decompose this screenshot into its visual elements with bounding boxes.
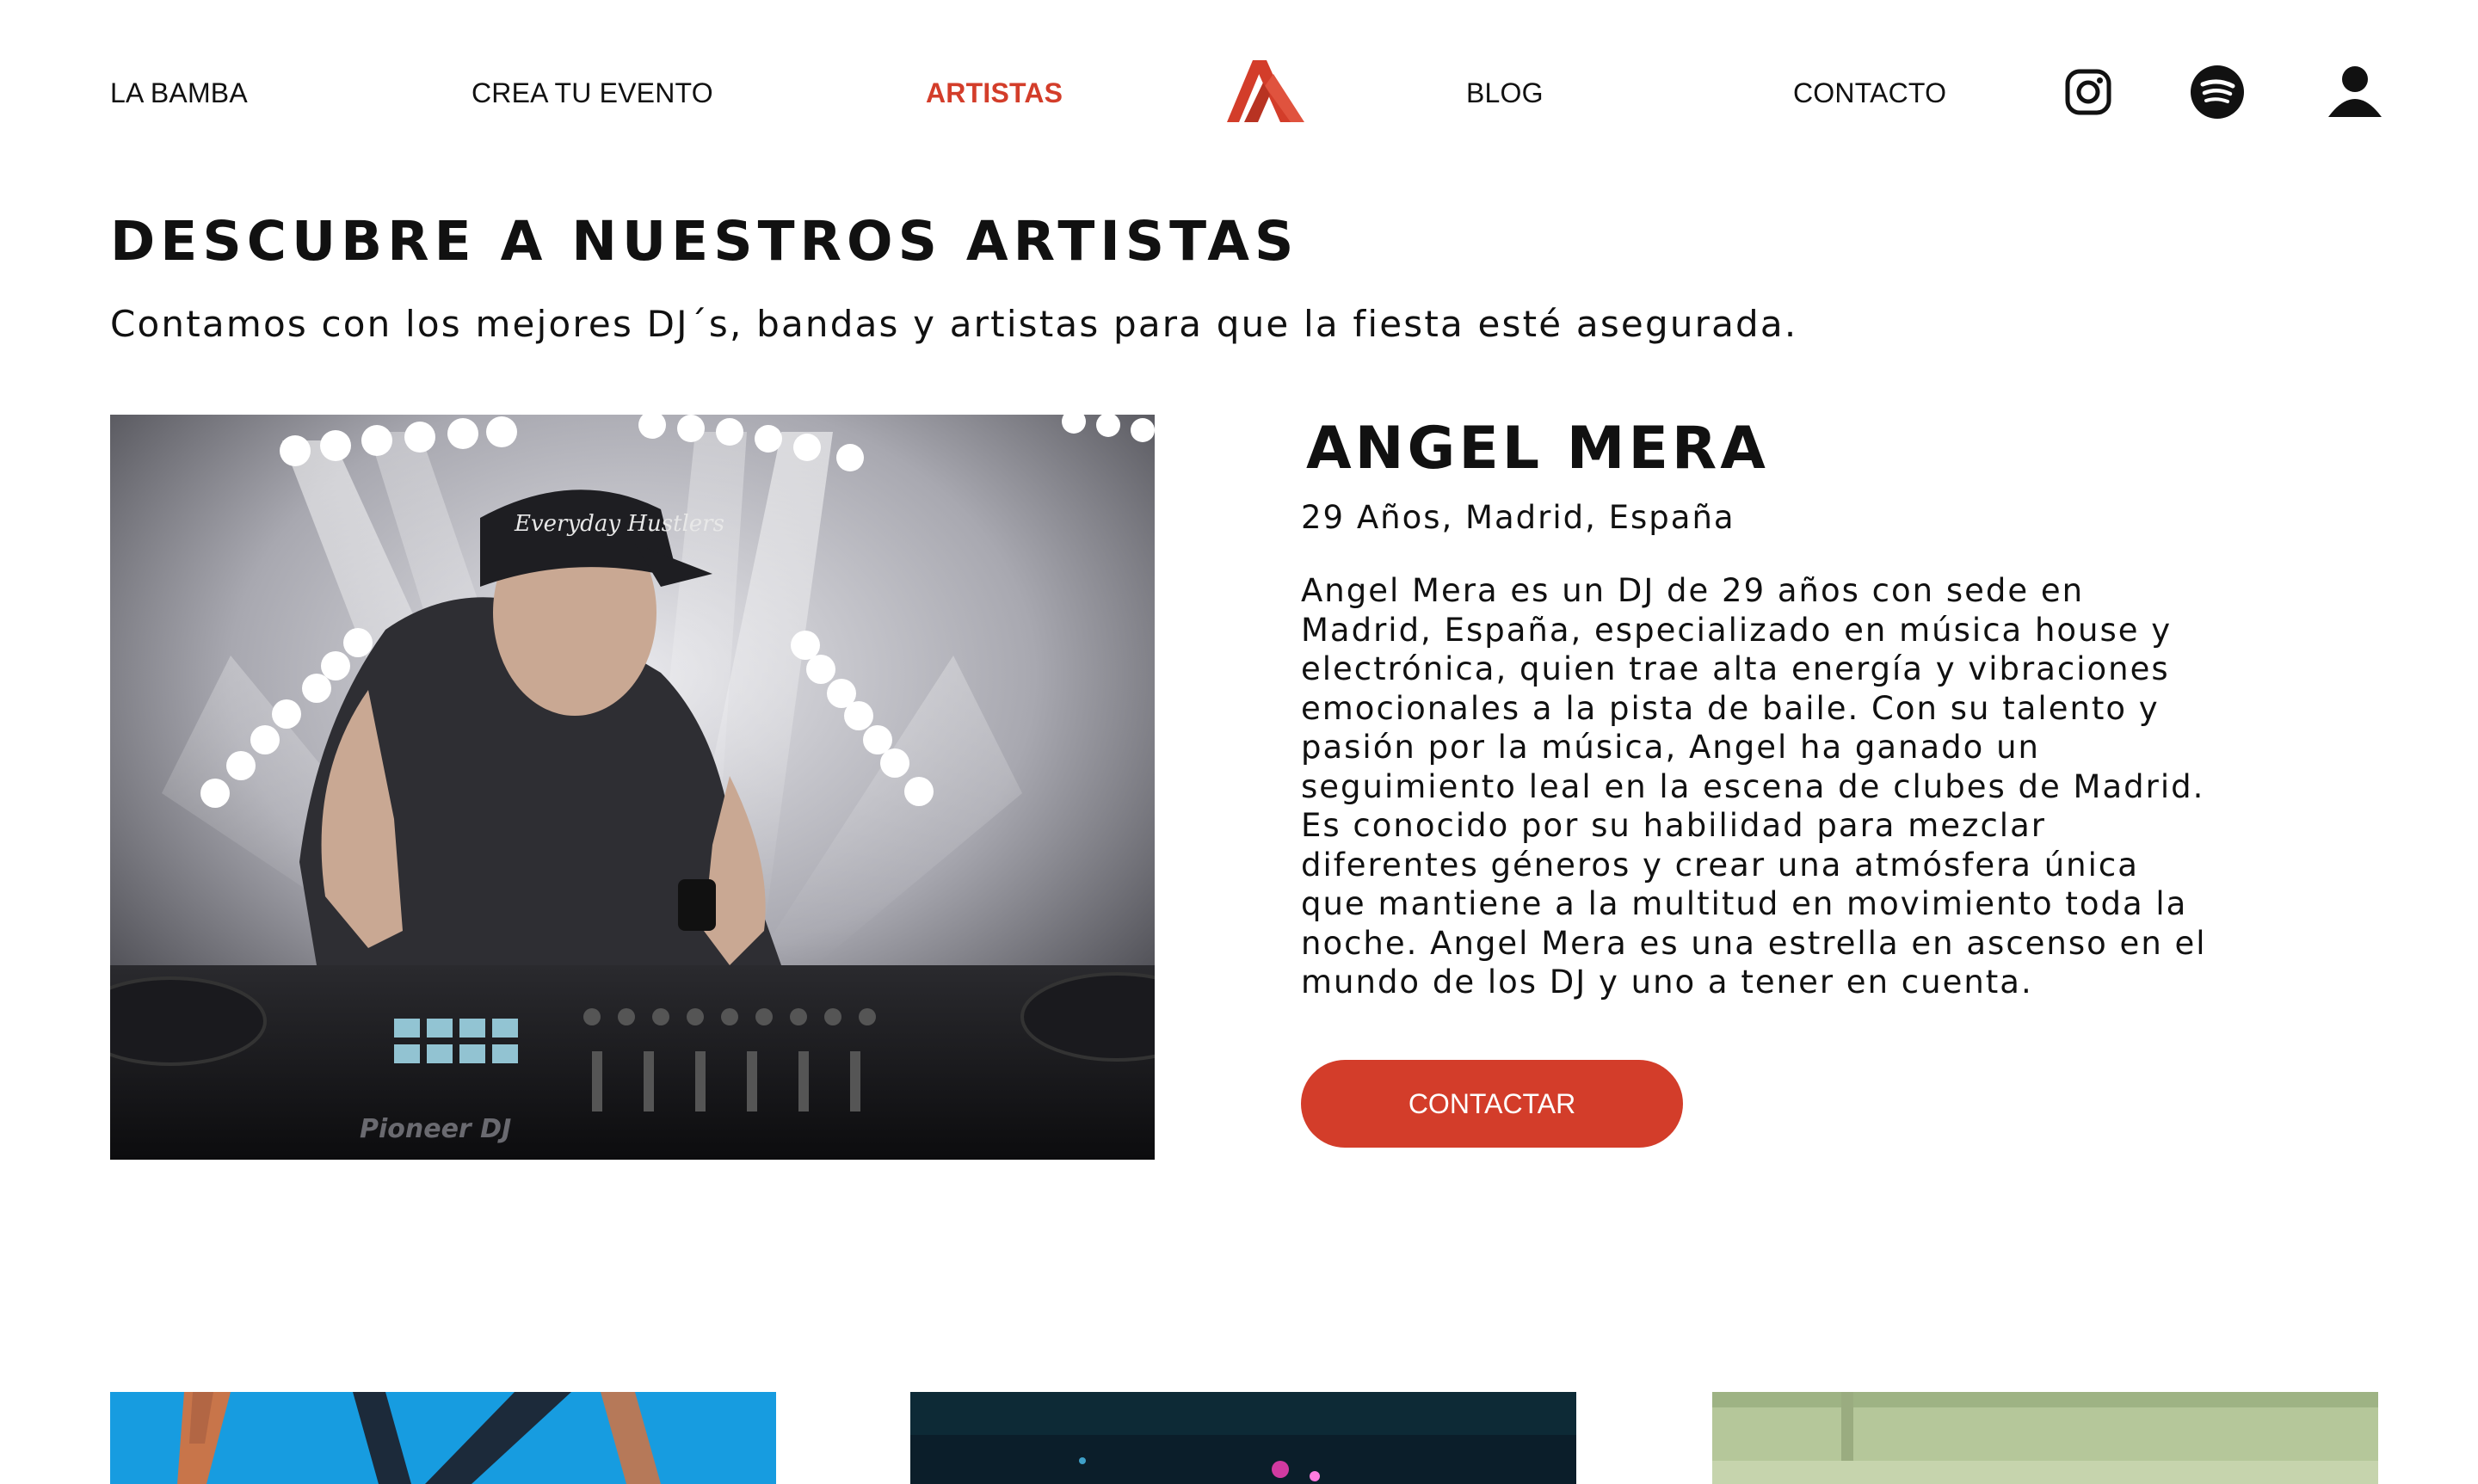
brand-logo[interactable]: [1227, 60, 1304, 122]
artist-card-image: [910, 1392, 1576, 1484]
cap-text: Everyday Hustlers: [514, 511, 724, 537]
artist-meta: 29 Años, Madrid, España: [1301, 499, 1735, 536]
artist-card[interactable]: [1712, 1392, 2378, 1484]
deck-brand-text: Pioneer DJ: [360, 1114, 511, 1144]
artist-bio: Angel Mera es un DJ de 29 años con sede …: [1301, 572, 2207, 1001]
artist-photo: Everyday Hustlers Pioneer DJ: [110, 415, 1155, 1160]
nav-link-la-bamba[interactable]: LA BAMBA: [110, 76, 248, 110]
artist-card[interactable]: [910, 1392, 1576, 1484]
artists-page: LA BAMBA CREA TU EVENTO ARTISTAS BLOG CO…: [0, 0, 2478, 1484]
artist-name: ANGEL MERA: [1306, 415, 1769, 483]
contactar-button[interactable]: CONTACTAR: [1301, 1060, 1683, 1148]
logo-icon: [1227, 60, 1304, 122]
artist-card-image: [1712, 1392, 2378, 1484]
nav-link-crea-tu-evento[interactable]: CREA TU EVENTO: [472, 76, 713, 110]
nav-link-contacto[interactable]: CONTACTO: [1793, 76, 1946, 110]
user-icon[interactable]: [2328, 64, 2382, 121]
artist-card[interactable]: [110, 1392, 776, 1484]
nav-link-blog[interactable]: BLOG: [1466, 76, 1544, 110]
spotify-icon[interactable]: [2191, 65, 2244, 123]
instagram-icon[interactable]: [2065, 69, 2111, 120]
nav-link-artistas[interactable]: ARTISTAS: [926, 76, 1063, 110]
page-subtitle: Contamos con los mejores DJ´s, bandas y …: [110, 303, 1798, 345]
artist-card-image: [110, 1392, 776, 1484]
page-title: DESCUBRE A NUESTROS ARTISTAS: [110, 210, 1299, 273]
